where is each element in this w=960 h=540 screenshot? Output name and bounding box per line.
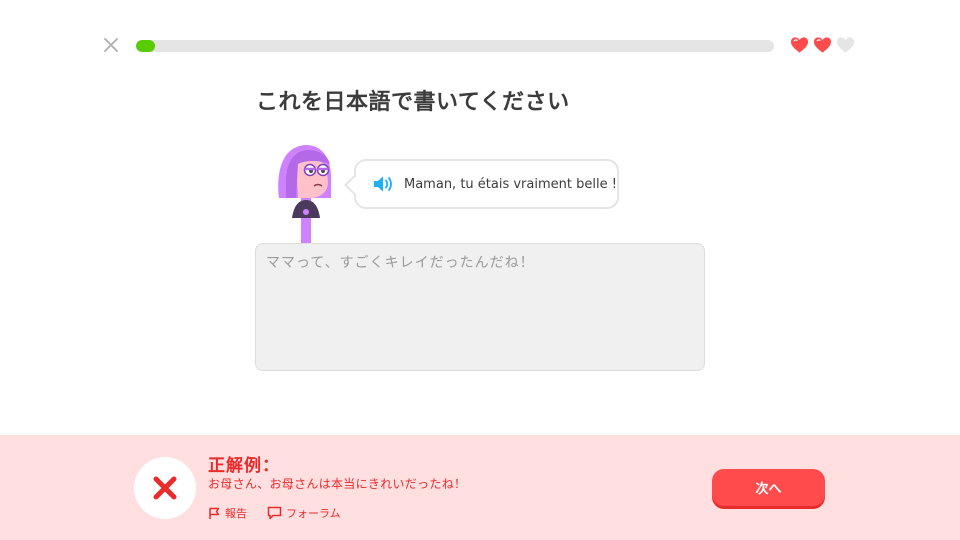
report-label: 報告: [225, 507, 247, 520]
hearts-indicator: [790, 36, 855, 54]
incorrect-x-icon: [153, 476, 177, 500]
next-button[interactable]: 次へ: [712, 469, 825, 506]
speech-bubble: Maman, tu étais vraiment belle !: [344, 159, 619, 209]
heart-full-icon: [790, 37, 809, 53]
close-icon[interactable]: [101, 35, 121, 55]
prompt-title: これを日本語で書いてください: [256, 90, 570, 115]
heart-empty-icon: [836, 37, 855, 53]
incorrect-badge: [134, 457, 196, 519]
feedback-panel: 正解例： お母さん、お母さんは本当にきれいだったね！ 報告 フォーラム 次へ: [0, 435, 960, 540]
report-button[interactable]: 報告: [208, 505, 247, 521]
speaker-icon[interactable]: [372, 173, 398, 195]
progress-fill: [136, 40, 156, 52]
feedback-title: 正解例：: [208, 456, 280, 476]
character-illustration: [276, 142, 336, 244]
forum-label: フォーラム: [286, 507, 341, 520]
flag-icon: [209, 507, 220, 519]
heart-full-icon: [813, 37, 832, 53]
lesson-screen: これを日本語で書いてください Maman, tu étais vraiment …: [0, 0, 960, 540]
comment-icon: [267, 506, 282, 520]
bubble-sentence[interactable]: Maman, tu étais vraiment belle !: [404, 177, 617, 192]
answer-textarea[interactable]: ママって、すごくキレイだったんだね！: [255, 243, 705, 371]
forum-button[interactable]: フォーラム: [267, 505, 341, 521]
correct-answer-text: お母さん、お母さんは本当にきれいだったね！: [208, 477, 467, 491]
speech-bubble-tail: [344, 175, 364, 195]
progress-bar: [136, 40, 774, 52]
